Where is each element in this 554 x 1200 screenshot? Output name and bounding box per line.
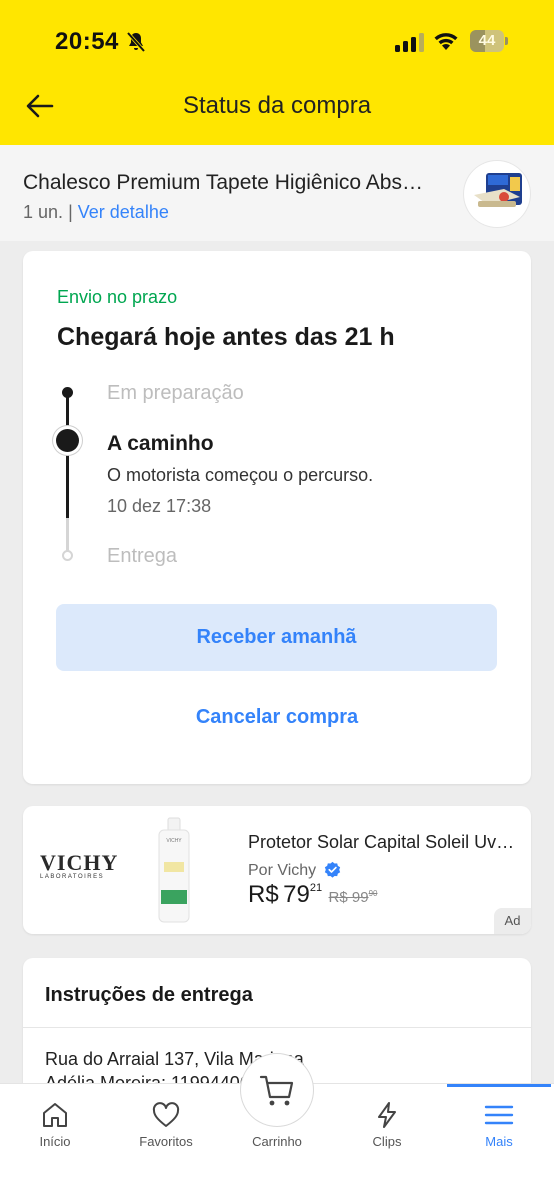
signal-icon: [395, 33, 424, 52]
step-dot-current: [56, 429, 79, 452]
brand-name: VICHY: [40, 850, 119, 875]
shipment-status-card: Envio no prazo Chegará hoje antes das 21…: [23, 251, 531, 784]
tab-cart[interactable]: Carrinho: [227, 1084, 327, 1164]
product-quantity: 1 un.: [23, 202, 64, 222]
ad-product-title: Protetor Solar Capital Soleil Uv…: [248, 832, 515, 852]
tab-clips[interactable]: Clips: [337, 1084, 437, 1164]
tab-clips-label: Clips: [372, 1134, 402, 1149]
home-icon: [43, 1103, 67, 1127]
price-cents: 21: [309, 882, 323, 894]
product-bottle-image: VICHY: [158, 817, 190, 923]
cancel-purchase-link[interactable]: Cancelar compra: [23, 706, 531, 729]
page-title: Status da compra: [182, 92, 372, 119]
tab-favorites-label: Favoritos: [139, 1134, 193, 1149]
step-description: O motorista começou o percurso.: [107, 465, 374, 485]
app-header: 20:54 44 Status da compra: [0, 0, 554, 145]
heart-icon: [152, 1102, 180, 1127]
progress-line-done: [66, 392, 69, 518]
bottom-tab-bar: Início Favoritos Carrinho Clips Mais: [0, 1054, 554, 1200]
step-on-the-way: A caminho: [107, 432, 214, 455]
price-currency: R$: [248, 881, 279, 908]
battery-level: 44: [478, 32, 496, 49]
step-timestamp: 10 dez 17:38: [107, 496, 212, 516]
battery-indicator: 44: [470, 30, 508, 52]
verified-badge-icon: [324, 861, 340, 878]
bell-off-icon: [126, 31, 146, 53]
divider: [23, 1027, 531, 1028]
sponsored-product-card[interactable]: VICHY LABORATOIRES VICHY Protetor Solar …: [23, 806, 531, 934]
brand-logo: VICHY LABORATOIRES: [40, 850, 119, 888]
step-dot-pending: [62, 550, 73, 561]
shipping-status-label: Envio no prazo: [57, 287, 178, 307]
ad-seller: Por Vichy: [248, 861, 341, 880]
meta-separator: |: [68, 202, 73, 222]
tab-home-label: Início: [39, 1134, 71, 1149]
receive-tomorrow-button[interactable]: Receber amanhã: [56, 604, 497, 671]
product-thumbnail[interactable]: [464, 161, 530, 227]
old-price: R$ 99: [328, 889, 369, 906]
lightning-icon: [378, 1102, 396, 1128]
svg-text:VICHY: VICHY: [166, 838, 182, 844]
status-time: 20:54: [55, 28, 119, 55]
seller-name: Por Vichy: [248, 862, 317, 879]
tab-home[interactable]: Início: [5, 1084, 105, 1164]
price-integer: 79: [283, 881, 310, 908]
product-summary: Chalesco Premium Tapete Higiênico Abs… 1…: [0, 145, 554, 241]
old-price-cents: 90: [368, 889, 378, 898]
step-dot-done: [62, 387, 73, 398]
arrival-estimate: Chegará hoje antes das 21 h: [57, 323, 395, 351]
wifi-icon: [434, 33, 458, 50]
tab-more-label: Mais: [485, 1134, 513, 1149]
brand-subtitle: LABORATOIRES: [40, 874, 105, 880]
product-meta: 1 un. | Ver detalhe: [23, 202, 169, 223]
ad-price: R$ 7921 R$ 9990: [248, 881, 377, 909]
step-preparation: Em preparação: [107, 382, 244, 404]
menu-icon: [484, 1105, 514, 1125]
tab-favorites[interactable]: Favoritos: [116, 1084, 216, 1164]
product-name: Chalesco Premium Tapete Higiênico Abs…: [23, 171, 423, 194]
step-delivery: Entrega: [107, 545, 178, 567]
product-image: [474, 173, 522, 207]
ad-badge: Ad: [494, 908, 531, 934]
tab-cart-label: Carrinho: [252, 1134, 302, 1149]
view-detail-link[interactable]: Ver detalhe: [78, 202, 169, 222]
delivery-instructions-title: Instruções de entrega: [45, 984, 253, 1006]
tab-more[interactable]: Mais: [449, 1084, 549, 1164]
